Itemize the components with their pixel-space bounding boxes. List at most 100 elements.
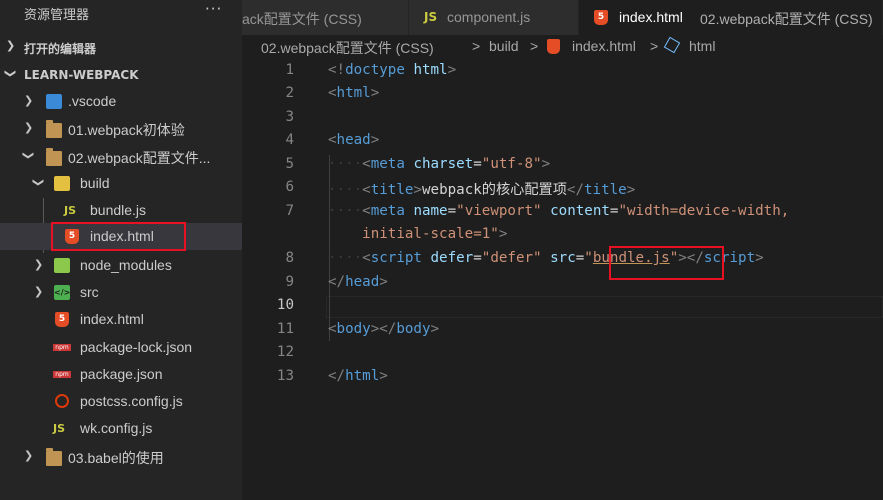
tree-item-index-html[interactable]: 5 index.html	[0, 306, 242, 333]
line-number: 1	[285, 62, 294, 78]
workspace-section[interactable]: ❯ LEARN-WEBPACK	[0, 64, 242, 86]
tree-item-package-lock[interactable]: npm package-lock.json	[0, 334, 242, 361]
npm-file-icon: npm	[53, 371, 71, 378]
tree-item-label: node_modules	[80, 257, 172, 273]
tree-item-postcss-config[interactable]: postcss.config.js	[0, 388, 242, 415]
tree-item-webpack-intro[interactable]: ❯ 01.webpack初体验	[0, 115, 242, 142]
breadcrumb-build[interactable]: build	[489, 38, 519, 54]
line-number: 6	[285, 179, 294, 195]
js-file-icon: JS	[53, 422, 66, 435]
folder-open-icon	[46, 148, 62, 166]
tree-item-vscode[interactable]: ❯ .vscode	[0, 88, 242, 115]
node-folder-icon	[54, 258, 70, 273]
tab-css-config[interactable]: ack配置文件 (CSS)	[242, 0, 409, 35]
explorer-sidebar: 资源管理器 ··· ❯ 打开的编辑器 ❯ LEARN-WEBPACK ❯ .vs…	[0, 0, 242, 500]
breadcrumb-folder[interactable]: 02.webpack配置文件 (CSS)	[261, 38, 434, 58]
breadcrumb-file[interactable]: index.html	[572, 38, 636, 54]
html-file-icon	[547, 39, 560, 54]
tree-item-label: 01.webpack初体验	[68, 122, 185, 138]
line-number: 11	[276, 321, 294, 337]
breadcrumb-element[interactable]: html	[689, 38, 715, 54]
breadcrumb-separator: >	[472, 38, 481, 54]
tree-item-src[interactable]: ❯ </> src	[0, 279, 242, 306]
tree-item-label: package.json	[80, 366, 163, 382]
line-number: 5	[285, 156, 294, 172]
explorer-header: 资源管理器 ···	[0, 0, 242, 24]
line-number: 3	[285, 109, 294, 125]
tree-item-babel[interactable]: ❯ 03.babel的使用	[0, 443, 242, 470]
chevron-right-icon: ❯	[6, 39, 16, 52]
code-line-11: <body></body>	[328, 321, 440, 337]
folder-icon	[46, 448, 62, 466]
tree-item-label: package-lock.json	[80, 339, 193, 355]
tree-item-wk-config[interactable]: JS wk.config.js	[0, 415, 242, 442]
open-editors-label: 打开的编辑器	[24, 42, 97, 56]
vscode-folder-icon	[46, 94, 62, 109]
tree-item-label: .vscode	[68, 93, 117, 109]
line-number: 2	[285, 85, 294, 101]
tree-item-label: 02.webpack配置文件...	[68, 150, 211, 166]
tab-component-js[interactable]: JS component.js	[409, 0, 579, 35]
workspace-label: LEARN-WEBPACK	[24, 68, 139, 82]
line-number: 12	[276, 344, 294, 360]
tree-item-build[interactable]: ❯ build	[0, 170, 242, 197]
breadcrumb-separator: >	[530, 38, 539, 54]
line-number: 7	[285, 203, 294, 219]
postcss-file-icon	[55, 394, 69, 408]
chevron-down-icon: ❯	[4, 68, 18, 79]
line-number-current: 10	[276, 297, 294, 313]
build-folder-icon	[54, 176, 70, 191]
code-editor[interactable]: 1 2 3 4 5 6 7 8 9 10 11 12 13 <!doctype …	[242, 59, 883, 500]
current-line-highlight	[326, 296, 883, 318]
tree-item-label: bundle.js	[90, 202, 147, 218]
tab-detail: 02.webpack配置文件 (CSS)	[700, 11, 873, 27]
breadcrumb-separator: >	[650, 38, 659, 54]
code-line-13: </html>	[328, 368, 388, 384]
tab-label: ack配置文件 (CSS)	[242, 11, 362, 27]
tree-item-label: src	[80, 284, 99, 300]
code-line-4: <head>	[328, 132, 380, 148]
tree-item-label: wk.config.js	[80, 420, 153, 436]
more-actions-icon[interactable]: ···	[205, 0, 222, 18]
folder-icon	[46, 120, 62, 138]
tree-item-webpack-config[interactable]: ❯ 02.webpack配置文件...	[0, 143, 242, 170]
open-editors-section[interactable]: ❯ 打开的编辑器	[0, 36, 242, 58]
js-file-icon: JS	[424, 10, 438, 24]
chevron-right-icon: ❯	[34, 258, 44, 271]
chevron-right-icon: ❯	[24, 449, 34, 462]
highlight-box-bundle-src	[609, 246, 724, 280]
tab-label: component.js	[447, 9, 531, 25]
code-line-7-wrap: initial-scale=1">	[362, 226, 508, 242]
tree-item-package-json[interactable]: npm package.json	[0, 361, 242, 388]
explorer-title: 资源管理器	[24, 8, 90, 23]
line-number: 9	[285, 274, 294, 290]
chevron-right-icon: ❯	[24, 94, 34, 107]
code-line-6: ····<title>webpack的核心配置项</title>	[328, 182, 636, 198]
code-line-5: ····<meta charset="utf-8">	[328, 156, 551, 172]
code-line-1: <!doctype html>	[328, 62, 457, 78]
code-line-2: <html>	[328, 85, 380, 101]
element-symbol-icon	[663, 36, 681, 54]
tree-item-label: 03.babel的使用	[68, 450, 164, 466]
chevron-right-icon: ❯	[24, 121, 34, 134]
html-file-icon: 5	[55, 312, 69, 327]
line-number: 13	[276, 368, 294, 384]
chevron-down-icon: ❯	[22, 150, 36, 161]
code-line-7: ····<meta name="viewport" content="width…	[328, 203, 790, 219]
tab-label: index.html	[619, 9, 683, 25]
src-folder-icon: </>	[54, 285, 70, 300]
line-number: 4	[285, 132, 294, 148]
tree-item-bundle-js[interactable]: JS bundle.js	[0, 197, 242, 224]
line-number: 8	[285, 250, 294, 266]
code-line-9: </head>	[328, 274, 388, 290]
npm-file-icon: npm	[53, 344, 71, 351]
chevron-right-icon: ❯	[34, 285, 44, 298]
chevron-down-icon: ❯	[32, 177, 46, 188]
breadcrumb: 02.webpack配置文件 (CSS) > build > index.htm…	[242, 35, 883, 59]
tree-item-label: postcss.config.js	[80, 393, 183, 409]
tab-index-html[interactable]: 5 index.html 02.webpack配置文件 (CSS)	[579, 0, 883, 35]
tree-item-label: build	[80, 175, 110, 191]
tree-item-label: index.html	[80, 311, 144, 327]
tree-item-node-modules[interactable]: ❯ node_modules	[0, 252, 242, 279]
js-file-icon: JS	[64, 204, 77, 217]
